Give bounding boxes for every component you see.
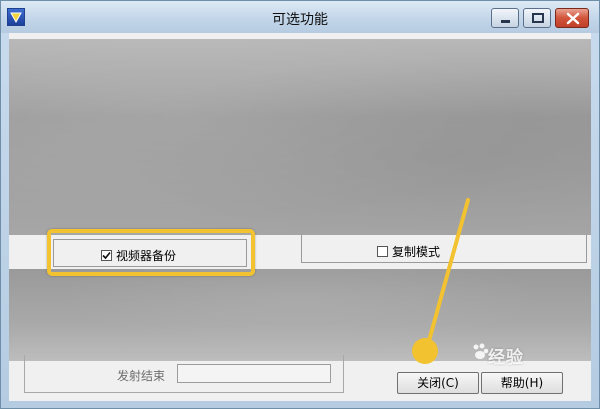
paw-watermark-icon [473, 343, 489, 359]
watermark-text: 经验 [488, 348, 524, 368]
pointer-line [425, 198, 470, 350]
pointer-dot [412, 338, 438, 364]
